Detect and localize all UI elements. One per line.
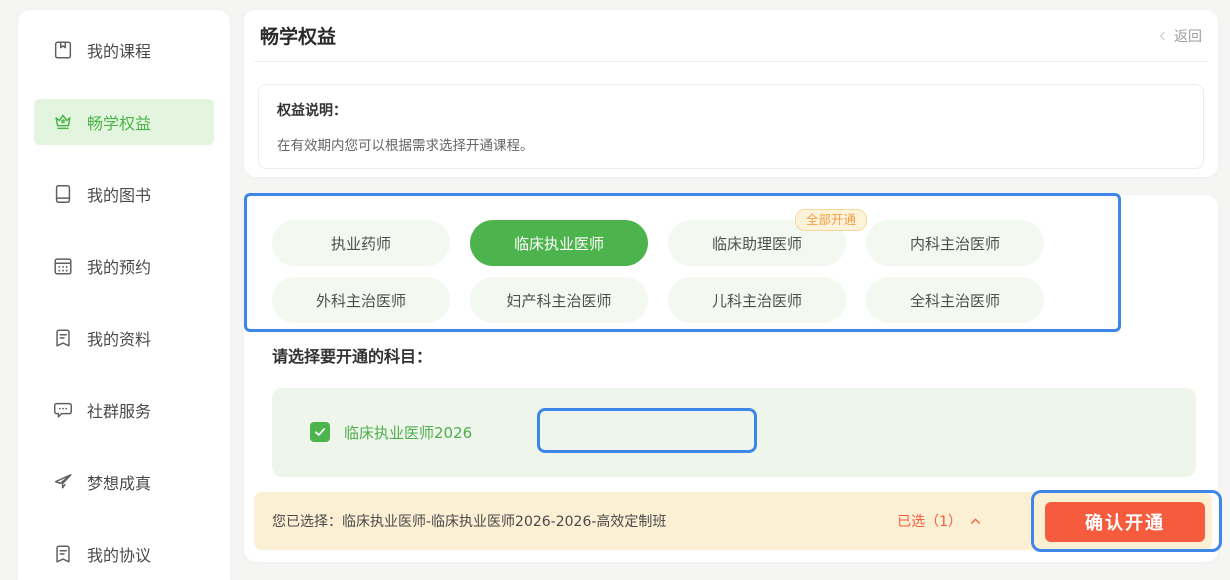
category-button-clinical-practicing-physician[interactable]: 临床执业医师 xyxy=(470,220,648,266)
agreement-icon xyxy=(52,543,74,565)
category-button-licensed-pharmacist[interactable]: 执业药师 xyxy=(272,220,450,266)
category-button-surgery-attending[interactable]: 外科主治医师 xyxy=(272,277,450,323)
all-activated-badge: 全部开通 xyxy=(795,209,867,231)
checkbox-checked-icon[interactable] xyxy=(310,422,330,442)
sidebar-item-label: 梦想成真 xyxy=(87,470,151,494)
category-grid: 执业药师 临床执业医师 临床助理医师 内科主治医师 外科主治医师 妇产科主治医师… xyxy=(272,220,1044,323)
sidebar-item-my-books[interactable]: 我的图书 xyxy=(34,171,214,217)
selection-summary-text: 您已选择：临床执业医师-临床执业医师2026-2026-高效定制班 xyxy=(272,511,666,531)
calendar-icon xyxy=(52,255,74,277)
notice-body: 在有效期内您可以根据需求选择开通课程。 xyxy=(277,134,1185,154)
book-icon xyxy=(52,183,74,205)
sidebar-item-my-materials[interactable]: 我的资料 xyxy=(34,315,214,361)
category-button-internal-medicine-attending[interactable]: 内科主治医师 xyxy=(866,220,1044,266)
sidebar-item-label: 畅学权益 xyxy=(87,110,151,134)
benefits-header-card: 畅学权益 返回 权益说明： 在有效期内您可以根据需求选择开通课程。 xyxy=(244,10,1218,177)
sidebar: 我的课程 畅学权益 我的图书 我的预约 我的资料 社群服务 xyxy=(18,10,230,580)
back-button[interactable]: 返回 xyxy=(1156,26,1202,46)
confirm-activate-button[interactable]: 确认开通 xyxy=(1045,502,1205,542)
sidebar-item-my-agreements[interactable]: 我的协议 xyxy=(34,531,214,577)
back-label: 返回 xyxy=(1174,26,1202,46)
category-button-general-practice-attending[interactable]: 全科主治医师 xyxy=(866,277,1044,323)
chevron-left-icon xyxy=(1156,29,1170,43)
sidebar-item-label: 我的预约 xyxy=(87,254,151,278)
sidebar-item-label: 我的资料 xyxy=(87,326,151,350)
chevron-up-icon xyxy=(969,515,982,528)
file-ribbon-icon xyxy=(52,327,74,349)
chat-bubble-icon xyxy=(52,399,74,421)
crown-icon xyxy=(52,111,74,133)
paper-plane-icon xyxy=(52,471,74,493)
subject-panel: 临床执业医师2026 xyxy=(272,388,1196,477)
course-activation-card: 全部开通 执业药师 临床执业医师 临床助理医师 内科主治医师 外科主治医师 妇产… xyxy=(244,195,1218,562)
benefits-notice-box: 权益说明： 在有效期内您可以根据需求选择开通课程。 xyxy=(258,84,1204,169)
category-button-obgyn-attending[interactable]: 妇产科主治医师 xyxy=(470,277,648,323)
selected-count-toggle[interactable]: 已选（1） xyxy=(897,511,982,531)
sidebar-item-label: 我的协议 xyxy=(87,542,151,566)
sidebar-item-my-courses[interactable]: 我的课程 xyxy=(34,27,214,73)
category-button-pediatrics-attending[interactable]: 儿科主治医师 xyxy=(668,277,846,323)
notice-title: 权益说明： xyxy=(277,100,1185,120)
subject-option-label: 临床执业医师2026 xyxy=(344,422,472,443)
selected-count-label: 已选（1） xyxy=(897,511,962,531)
subject-option-clinical-2026[interactable]: 临床执业医师2026 xyxy=(310,411,472,453)
sidebar-item-my-appointments[interactable]: 我的预约 xyxy=(34,243,214,289)
sidebar-item-learning-benefits[interactable]: 畅学权益 xyxy=(34,99,214,145)
sidebar-item-dreams-come-true[interactable]: 梦想成真 xyxy=(34,459,214,505)
course-book-icon xyxy=(52,39,74,61)
subject-select-heading: 请选择要开通的科目： xyxy=(272,343,432,367)
sidebar-item-community-service[interactable]: 社群服务 xyxy=(34,387,214,433)
sidebar-item-label: 我的课程 xyxy=(87,38,151,62)
sidebar-item-label: 社群服务 xyxy=(87,398,151,422)
sidebar-item-label: 我的图书 xyxy=(87,182,151,206)
page-title: 畅学权益 xyxy=(260,22,336,49)
page-header: 畅学权益 返回 xyxy=(254,10,1208,62)
